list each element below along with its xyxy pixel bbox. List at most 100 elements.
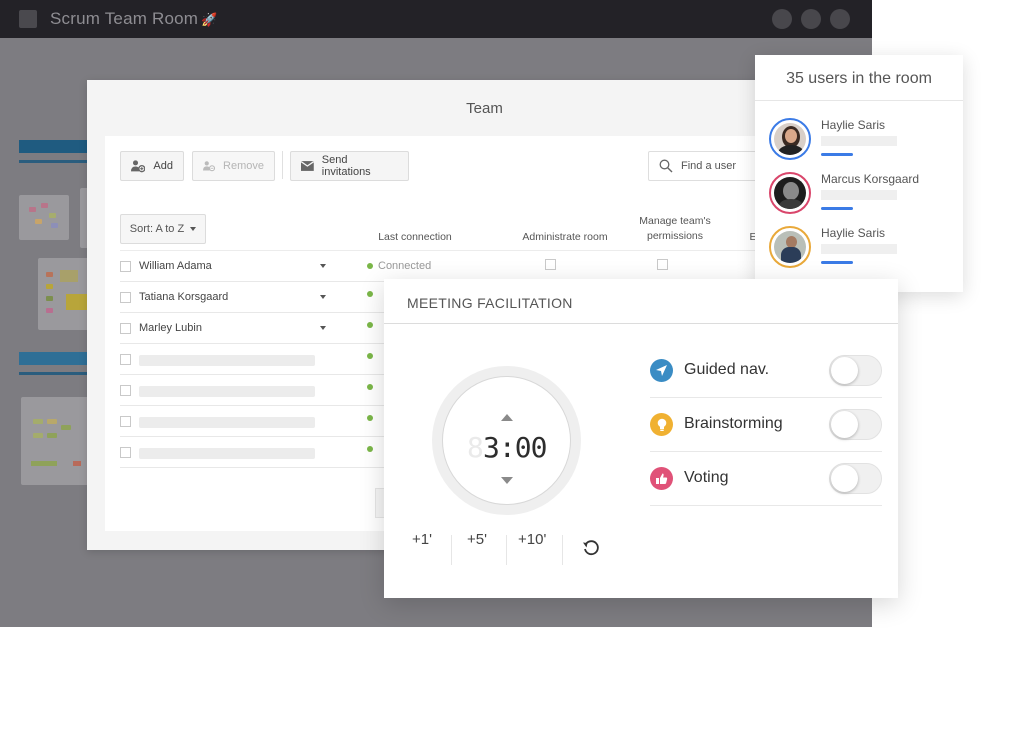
member-name: Marley Lubin	[139, 322, 202, 334]
window-control-button[interactable]	[830, 9, 850, 29]
member-row[interactable]: Marley Lubin	[120, 313, 400, 344]
user-list-item[interactable]: Marcus Korsgaard	[769, 172, 959, 222]
add-user-button[interactable]: Add	[120, 151, 184, 181]
add-user-icon	[131, 160, 146, 173]
column-header-manage-permissions[interactable]: Manage team's permissions	[620, 214, 730, 244]
chevron-down-icon[interactable]	[320, 295, 326, 299]
user-detail-placeholder	[821, 136, 897, 146]
feature-label: Voting	[684, 469, 729, 486]
connection-status	[367, 384, 373, 390]
name-placeholder	[139, 355, 315, 366]
user-activity-bar	[821, 261, 853, 264]
member-row-placeholder[interactable]	[120, 406, 400, 437]
name-placeholder	[139, 448, 315, 459]
avatar	[769, 172, 811, 214]
name-placeholder	[139, 386, 315, 397]
sort-dropdown[interactable]: Sort: A to Z	[120, 214, 206, 244]
chevron-down-icon[interactable]	[320, 264, 326, 268]
toggle-knob	[831, 357, 858, 384]
toggle-knob	[831, 465, 858, 492]
connection-status	[367, 446, 373, 452]
navigation-arrow-icon	[650, 359, 673, 382]
search-input[interactable]: Find a user	[681, 160, 736, 172]
window-control-button[interactable]	[801, 9, 821, 29]
remove-user-icon	[203, 161, 216, 172]
connection-status	[367, 291, 373, 297]
user-name: Marcus Korsgaard	[821, 172, 920, 186]
add-10-minutes-button[interactable]: +10'	[518, 531, 546, 548]
chevron-down-icon[interactable]	[320, 326, 326, 330]
connection-status: Connected	[367, 260, 431, 272]
row-checkbox[interactable]	[120, 323, 131, 334]
thumbs-up-icon	[650, 467, 673, 490]
reset-timer-button[interactable]	[582, 539, 600, 562]
online-dot	[367, 384, 373, 390]
envelope-icon	[301, 161, 314, 171]
decrease-time-arrow-icon[interactable]	[501, 477, 513, 484]
connection-status	[367, 415, 373, 421]
reset-icon	[583, 540, 599, 556]
row-checkbox[interactable]	[120, 447, 131, 458]
remove-user-button[interactable]: Remove	[192, 151, 275, 181]
add-5-minutes-button[interactable]: +5'	[467, 531, 487, 548]
timer-face: 8 3:00	[442, 376, 571, 505]
connection-status	[367, 353, 373, 359]
board-thumbnail	[19, 195, 69, 240]
online-dot	[367, 415, 373, 421]
toolbar-divider	[282, 151, 283, 179]
add-1-minute-button[interactable]: +1'	[412, 531, 432, 548]
avatar	[769, 226, 811, 268]
member-row-placeholder[interactable]	[120, 344, 400, 375]
search-icon	[659, 159, 673, 173]
window-title: Scrum Team Room 🚀	[50, 9, 218, 28]
connection-status	[367, 322, 373, 328]
user-name: Haylie Saris	[821, 118, 886, 132]
member-row[interactable]: William Adama	[120, 251, 400, 282]
row-checkbox[interactable]	[120, 354, 131, 365]
voting-toggle[interactable]	[829, 463, 882, 494]
toggle-knob	[831, 411, 858, 438]
member-row[interactable]: Tatiana Korsgaard	[120, 282, 400, 313]
panel-title: MEETING FACILITATION	[407, 295, 573, 311]
users-count-title: 35 users in the room	[755, 55, 963, 101]
timer-value[interactable]: 3:00	[483, 431, 547, 464]
divider	[506, 535, 507, 565]
app-icon	[19, 10, 37, 28]
divider	[451, 535, 452, 565]
user-detail-placeholder	[821, 244, 897, 254]
panel-divider	[384, 323, 898, 324]
user-activity-bar	[821, 207, 853, 210]
row-checkbox[interactable]	[120, 385, 131, 396]
window-control-button[interactable]	[772, 9, 792, 29]
row-checkbox[interactable]	[120, 416, 131, 427]
member-name: William Adama	[139, 260, 212, 272]
brainstorming-toggle[interactable]	[829, 409, 882, 440]
divider	[562, 535, 563, 565]
lightbulb-icon	[650, 413, 673, 436]
manage-permissions-checkbox[interactable]	[657, 259, 668, 270]
row-checkbox[interactable]	[120, 292, 131, 303]
online-dot	[367, 291, 373, 297]
title-bar: Scrum Team Room 🚀	[0, 0, 872, 38]
increase-time-arrow-icon[interactable]	[501, 414, 513, 421]
column-header-last-connection[interactable]: Last connection	[360, 230, 470, 245]
member-row-placeholder[interactable]	[120, 437, 400, 468]
online-dot	[367, 263, 373, 269]
administrate-room-checkbox[interactable]	[545, 259, 556, 270]
user-name: Haylie Saris	[821, 226, 886, 240]
member-row-placeholder[interactable]	[120, 375, 400, 406]
row-checkbox[interactable]	[120, 261, 131, 272]
user-list-item[interactable]: Haylie Saris	[769, 118, 959, 168]
column-header-administrate-room[interactable]: Administrate room	[510, 230, 620, 245]
send-invitations-button[interactable]: Send invitations	[290, 151, 409, 181]
member-name: Tatiana Korsgaard	[139, 291, 229, 303]
meeting-facilitation-panel: MEETING FACILITATION 8 3:00 +1' +5' +10'…	[384, 279, 898, 598]
feature-label: Guided nav.	[684, 361, 770, 378]
user-list-item[interactable]: Haylie Saris	[769, 226, 959, 276]
users-in-room-panel: 35 users in the room Haylie Saris Marcus…	[755, 55, 963, 292]
user-detail-placeholder	[821, 190, 897, 200]
feature-label: Brainstorming	[684, 415, 783, 432]
guided-nav-toggle[interactable]	[829, 355, 882, 386]
feature-voting: Voting	[650, 452, 882, 506]
timer: 8 3:00	[432, 366, 581, 515]
